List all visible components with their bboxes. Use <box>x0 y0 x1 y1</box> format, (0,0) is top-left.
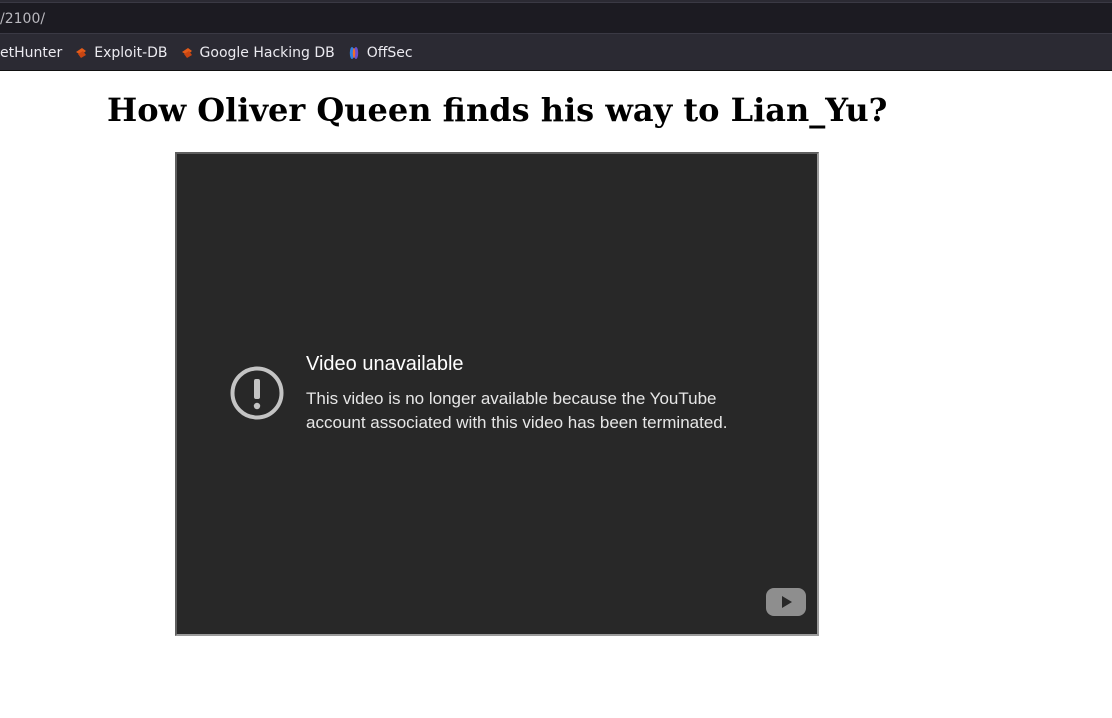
video-error-message: This video is no longer available becaus… <box>306 389 728 432</box>
bookmark-google-hacking-db[interactable]: Google Hacking DB <box>174 41 341 65</box>
youtube-play-icon[interactable] <box>765 587 807 617</box>
bookmarks-bar: etHunter Exploit-DB Google Hacking DB Of… <box>0 36 1112 70</box>
bookmark-label: etHunter <box>0 45 63 61</box>
offsec-icon <box>347 46 361 60</box>
bookmark-label: OffSec <box>366 45 413 61</box>
exploit-db-icon <box>74 46 88 60</box>
page-title: How Oliver Queen finds his way to Lian_Y… <box>107 91 888 129</box>
exclamation-circle-icon <box>230 366 284 420</box>
youtube-embed[interactable]: Video unavailable This video is no longe… <box>175 152 819 636</box>
exploit-db-icon <box>180 46 194 60</box>
video-error-title: Video unavailable <box>306 353 464 375</box>
bookmark-hunter[interactable]: etHunter <box>0 41 68 65</box>
bookmark-offsec[interactable]: OffSec <box>341 41 419 65</box>
bookmark-exploit-db[interactable]: Exploit-DB <box>68 41 173 65</box>
address-bar[interactable]: /2100/ <box>0 2 1112 34</box>
bookmark-label: Google Hacking DB <box>199 45 335 61</box>
bookmark-label: Exploit-DB <box>94 45 168 61</box>
browser-chrome: /2100/ etHunter Exploit-DB Google Hackin <box>0 0 1112 71</box>
web-page: How Oliver Queen finds his way to Lian_Y… <box>0 71 1112 718</box>
url-text[interactable]: /2100/ <box>0 11 45 27</box>
